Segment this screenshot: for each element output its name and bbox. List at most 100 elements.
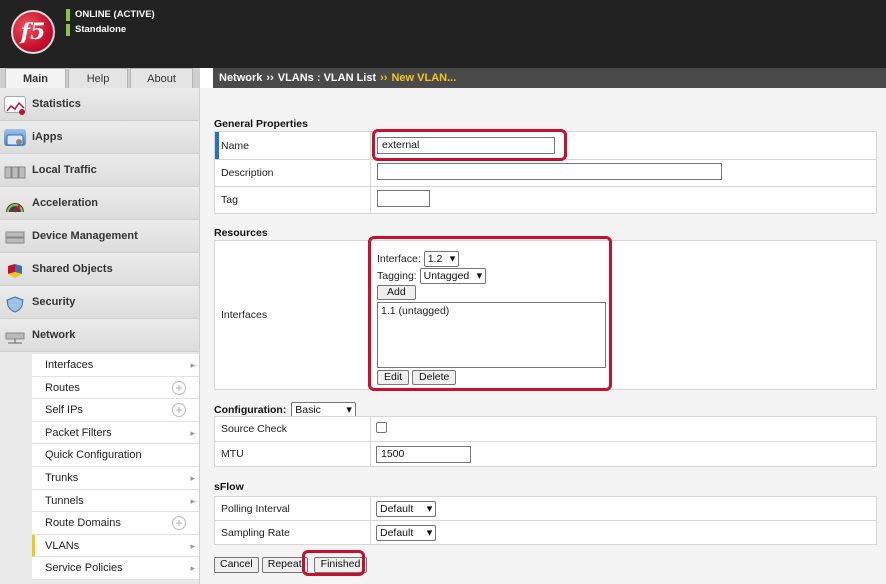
mtu-cell: 1500 <box>370 441 877 467</box>
submenu-routes[interactable]: Routes + <box>32 376 199 400</box>
chevron-right-icon: ▸ <box>190 540 195 551</box>
sidebar-item-local-traffic[interactable]: Local Traffic <box>0 154 199 187</box>
sidebar-item-label: Security <box>32 296 76 308</box>
breadcrumb-vlan-list[interactable]: VLANs : VLAN List <box>278 72 376 84</box>
breadcrumb-current: New VLAN... <box>391 72 457 84</box>
add-circle-icon[interactable]: + <box>172 516 186 531</box>
breadcrumb-separator: ›› <box>380 72 388 84</box>
iapps-icon <box>4 129 26 146</box>
add-circle-icon[interactable]: + <box>172 380 186 395</box>
interfaces-listbox[interactable]: 1.1 (untagged) <box>377 302 606 368</box>
interfaces-label: Interfaces <box>214 240 371 390</box>
edit-interface-button[interactable]: Edit <box>377 370 410 385</box>
submenu-quick-configuration[interactable]: Quick Configuration <box>32 444 199 467</box>
add-circle-icon[interactable]: + <box>172 403 186 418</box>
tagging-field-label: Tagging: <box>377 270 417 282</box>
sflow-table: Polling Interval Default Sampling Rate D… <box>214 496 877 545</box>
source-check-checkbox[interactable] <box>376 422 387 433</box>
shared-objects-icon <box>4 261 26 278</box>
sidebar-item-network[interactable]: Network <box>0 319 199 352</box>
shield-icon <box>4 294 26 313</box>
sidebar-item-acceleration[interactable]: Acceleration <box>0 187 199 220</box>
submenu-packet-filters[interactable]: Packet Filters ▸ <box>32 421 199 445</box>
section-general-properties: General Properties <box>214 118 308 130</box>
finished-button[interactable]: Finished <box>313 557 368 573</box>
sampling-rate-cell: Default <box>370 520 877 545</box>
interface-select[interactable]: 1.2 <box>423 251 460 267</box>
add-interface-button[interactable]: Add <box>377 285 416 300</box>
mtu-input[interactable]: 1500 <box>376 445 471 463</box>
tagging-row: Tagging: Untagged <box>377 268 876 285</box>
delete-interface-button[interactable]: Delete <box>412 370 457 385</box>
edit-delete-row: Edit Delete <box>377 370 876 387</box>
submenu-route-domains[interactable]: Route Domains + <box>32 512 199 535</box>
acceleration-icon <box>4 195 26 213</box>
f5-logo[interactable]: f5 <box>11 10 55 54</box>
tab-main[interactable]: Main <box>5 68 66 89</box>
submenu-label: Routes <box>45 381 80 394</box>
tag-cell <box>370 186 877 214</box>
section-sflow: sFlow <box>214 481 244 493</box>
cancel-button[interactable]: Cancel <box>214 557 259 573</box>
status-mode: Standalone <box>66 23 155 37</box>
description-input[interactable] <box>377 163 722 180</box>
required-marker <box>215 132 219 159</box>
submenu-label: Route Domains <box>45 517 121 530</box>
breadcrumb-network[interactable]: Network <box>219 72 262 84</box>
network-icon <box>4 327 26 344</box>
tab-help[interactable]: Help <box>68 68 128 88</box>
sidebar-item-statistics[interactable]: Statistics <box>0 88 199 121</box>
sidebar-item-label: Statistics <box>32 98 81 110</box>
status-online: ONLINE (ACTIVE) <box>66 8 155 22</box>
submenu-interfaces[interactable]: Interfaces ▸ <box>32 354 199 377</box>
sidebar-item-label: iApps <box>32 131 63 143</box>
polling-interval-select[interactable]: Default <box>376 500 437 517</box>
list-item[interactable]: 1.1 (untagged) <box>381 305 602 317</box>
local-traffic-icon <box>4 162 26 179</box>
submenu-label: Trunks <box>45 471 79 484</box>
add-row: Add <box>377 285 876 302</box>
name-cell: external <box>370 131 877 160</box>
submenu-label: Tunnels <box>45 494 84 507</box>
submenu-label: Service Policies <box>45 562 123 575</box>
sampling-rate-select[interactable]: Default <box>376 524 437 541</box>
submenu-vlans[interactable]: VLANs ▸ <box>32 534 199 558</box>
top-header: f5 ONLINE (ACTIVE) Standalone <box>0 0 886 68</box>
resources-table: Interfaces Interface: 1.2 Tagging: Untag… <box>214 240 877 390</box>
polling-interval-cell: Default <box>370 496 877 521</box>
chevron-right-icon: ▸ <box>190 563 195 574</box>
sidebar-item-label: Acceleration <box>32 197 99 209</box>
breadcrumb-separator: ›› <box>266 72 274 84</box>
name-label-text: Name <box>221 139 250 152</box>
submenu-self-ips[interactable]: Self IPs + <box>32 399 199 422</box>
chevron-right-icon: ▸ <box>190 472 195 483</box>
interfaces-cell: Interface: 1.2 Tagging: Untagged Add 1.1… <box>370 240 877 390</box>
submenu-tunnels[interactable]: Tunnels ▸ <box>32 489 199 513</box>
sidebar-item-security[interactable]: Security <box>0 286 199 319</box>
statistics-icon <box>4 96 26 115</box>
chevron-right-icon: ▸ <box>190 495 195 506</box>
submenu-trunks[interactable]: Trunks ▸ <box>32 466 199 490</box>
sidebar-item-iapps[interactable]: iApps <box>0 121 199 154</box>
sidebar-item-label: Device Management <box>32 230 138 242</box>
description-label: Description <box>214 159 371 187</box>
source-check-label: Source Check <box>214 416 371 442</box>
sidebar-tabs: Main Help About <box>0 68 200 89</box>
sampling-rate-label: Sampling Rate <box>214 520 371 545</box>
tag-label: Tag <box>214 186 371 214</box>
interface-field-label: Interface: <box>377 253 421 265</box>
sidebar-item-shared-objects[interactable]: Shared Objects <box>0 253 199 286</box>
tag-input[interactable] <box>377 190 430 207</box>
interface-row: Interface: 1.2 <box>377 251 876 268</box>
repeat-button[interactable]: Repeat <box>261 557 308 573</box>
submenu-label: VLANs <box>45 539 80 552</box>
tagging-select[interactable]: Untagged <box>419 268 487 284</box>
tab-about[interactable]: About <box>130 68 193 88</box>
name-input[interactable]: external <box>377 137 555 154</box>
submenu-service-policies[interactable]: Service Policies ▸ <box>32 557 199 580</box>
form-actions: Cancel Repeat Finished <box>214 557 368 573</box>
source-check-cell <box>370 416 877 442</box>
submenu-label: Self IPs <box>45 404 83 417</box>
chevron-right-icon: ▸ <box>190 427 195 438</box>
sidebar-item-device-management[interactable]: Device Management <box>0 220 199 253</box>
